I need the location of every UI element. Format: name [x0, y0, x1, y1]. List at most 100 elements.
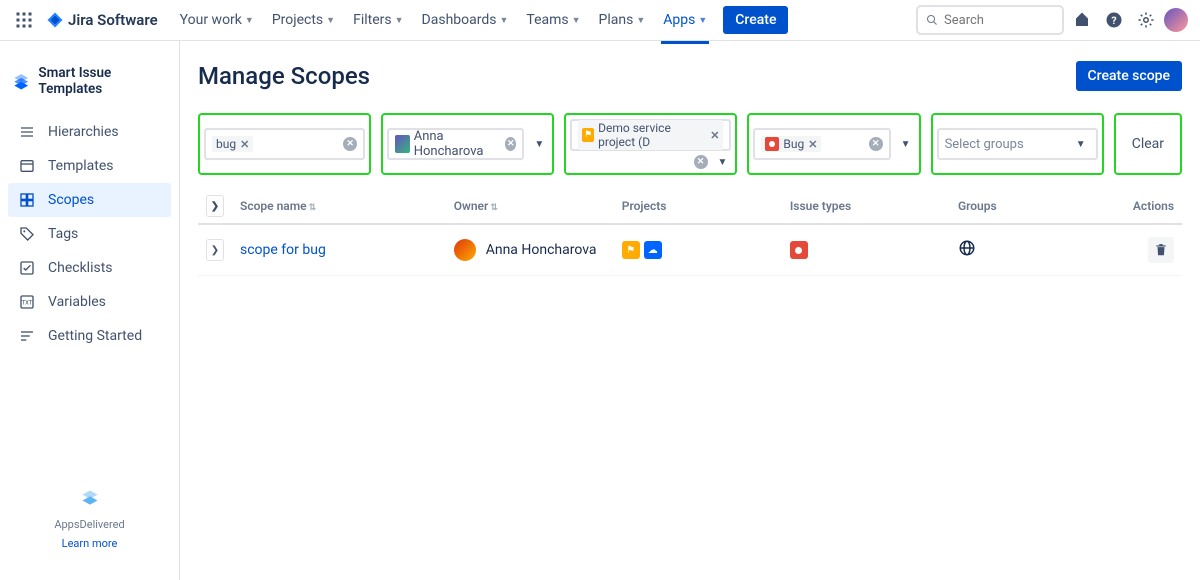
column-name-header[interactable]: Scope name⇅ [232, 199, 446, 213]
sidebar-item-label: Variables [48, 294, 106, 310]
sort-icon: ⇅ [490, 203, 498, 213]
clear-field-icon[interactable]: ✕ [869, 137, 883, 151]
svg-text:?: ? [1111, 14, 1116, 27]
sidebar-item-scopes[interactable]: Scopes [8, 183, 171, 217]
issuetype-filter-field[interactable]: Bug ✕ ✕ [753, 128, 890, 160]
checklists-icon [18, 259, 36, 277]
chevron-down-icon[interactable]: ▼ [714, 157, 732, 168]
page-title: Manage Scopes [198, 62, 370, 90]
tags-icon [18, 225, 36, 243]
scopes-icon [18, 191, 36, 209]
nav-teams[interactable]: Teams▼ [518, 6, 588, 34]
sidebar-item-label: Checklists [48, 260, 113, 276]
chevron-down-icon: ▼ [499, 15, 508, 26]
row-actions-cell [1118, 237, 1182, 263]
search-filter-field[interactable]: bug ✕ ✕ [204, 128, 365, 160]
filter-row: bug ✕ ✕ Anna Honcharova ✕ ▼ [198, 113, 1182, 175]
column-owner-header[interactable]: Owner⇅ [446, 199, 614, 213]
owner-name: Anna Honcharova [414, 129, 497, 159]
column-types-header: Issue types [782, 199, 950, 213]
row-projects-cell: ⚑ ☁ [614, 241, 782, 259]
sort-icon: ⇅ [309, 203, 317, 213]
nav-filters[interactable]: Filters▼ [345, 6, 411, 34]
owner-avatar-icon [454, 239, 476, 261]
create-scope-button[interactable]: Create scope [1076, 61, 1182, 91]
globe-icon [958, 239, 976, 257]
search-chip: bug ✕ [212, 136, 253, 152]
sidebar-footer: AppsDelivered Learn more [0, 488, 179, 564]
nav-your-work[interactable]: Your work▼ [172, 6, 262, 34]
notifications-icon[interactable] [1068, 6, 1096, 34]
remove-chip-icon[interactable]: ✕ [808, 138, 817, 151]
bug-icon [765, 137, 779, 151]
sidebar-item-variables[interactable]: TXT Variables [8, 285, 171, 319]
chevron-down-icon: ▼ [572, 15, 581, 26]
delete-button[interactable] [1148, 237, 1174, 263]
scope-name-link[interactable]: scope for bug [240, 242, 326, 258]
expand-row-button[interactable]: ❯ [206, 239, 224, 261]
sidebar-brand-label: Smart Issue Templates [38, 65, 167, 97]
sidebar-item-tags[interactable]: Tags [8, 217, 171, 251]
clear-field-icon[interactable]: ✕ [505, 137, 516, 151]
sidebar-list: Hierarchies Templates Scopes Tags Checkl… [0, 115, 179, 353]
appsdelivered-icon [80, 488, 100, 508]
sidebar-item-checklists[interactable]: Checklists [8, 251, 171, 285]
user-avatar[interactable] [1164, 8, 1188, 32]
clear-filters-button[interactable]: Clear [1120, 136, 1176, 152]
chevron-down-icon: ▼ [326, 15, 335, 26]
nav-projects[interactable]: Projects▼ [264, 6, 343, 34]
expand-all-header: ❯ [198, 195, 232, 217]
clear-field-icon[interactable]: ✕ [343, 137, 357, 151]
app-switcher-icon[interactable] [12, 8, 36, 32]
column-actions-header: Actions [1118, 199, 1182, 213]
page-header: Manage Scopes Create scope [198, 61, 1182, 91]
project-badge-icon: ☁ [644, 241, 662, 259]
top-navigation: Jira Software Your work▼ Projects▼ Filte… [0, 0, 1200, 41]
sidebar-item-hierarchies[interactable]: Hierarchies [8, 115, 171, 149]
project-filter-field[interactable]: ⚑ Demo service project (D ✕ [570, 119, 731, 151]
row-types-cell [782, 241, 950, 259]
sidebar-item-label: Scopes [48, 192, 94, 208]
owner-filter-field[interactable]: Anna Honcharova ✕ [387, 128, 524, 160]
footer-brand-label: AppsDelivered [0, 518, 179, 531]
sidebar-item-label: Getting Started [48, 328, 142, 344]
nav-plans[interactable]: Plans▼ [591, 6, 654, 34]
nav-apps[interactable]: Apps▼ [655, 6, 715, 34]
nav-dashboards[interactable]: Dashboards▼ [414, 6, 517, 34]
expand-toggle-button[interactable]: ❯ [206, 195, 224, 217]
chevron-down-icon[interactable]: ▼ [897, 139, 915, 150]
jira-logo[interactable]: Jira Software [40, 11, 164, 29]
sidebar-item-label: Hierarchies [48, 124, 119, 140]
project-chip: ⚑ Demo service project (D ✕ [578, 120, 723, 150]
variables-icon: TXT [18, 293, 36, 311]
jira-diamond-icon [46, 11, 64, 29]
chevron-down-icon: ▼ [395, 15, 404, 26]
chevron-down-icon: ▼ [245, 15, 254, 26]
layers-icon [12, 71, 30, 91]
search-input[interactable] [944, 13, 1054, 28]
sidebar-brand[interactable]: Smart Issue Templates [0, 57, 179, 115]
sidebar: Smart Issue Templates Hierarchies Templa… [0, 41, 180, 580]
sidebar-item-templates[interactable]: Templates [8, 149, 171, 183]
getting-started-icon [18, 327, 36, 345]
search-icon [926, 13, 938, 27]
groups-filter-field[interactable]: Select groups ▼ [937, 128, 1098, 160]
chevron-down-icon[interactable]: ▼ [530, 139, 548, 150]
clear-filters-box: Clear [1114, 113, 1182, 175]
global-search[interactable] [916, 5, 1064, 35]
remove-chip-icon[interactable]: ✕ [710, 129, 719, 142]
chevron-down-icon: ▼ [698, 15, 707, 26]
create-button[interactable]: Create [723, 6, 788, 34]
project-icon: ⚑ [582, 128, 594, 142]
settings-icon[interactable] [1132, 6, 1160, 34]
hierarchies-icon [18, 123, 36, 141]
remove-chip-icon[interactable]: ✕ [240, 138, 249, 151]
help-icon[interactable]: ? [1100, 6, 1128, 34]
row-groups-cell [950, 239, 1118, 261]
learn-more-link[interactable]: Learn more [0, 537, 179, 550]
sidebar-item-getting-started[interactable]: Getting Started [8, 319, 171, 353]
chevron-down-icon: ▼ [636, 15, 645, 26]
clear-field-icon[interactable]: ✕ [694, 155, 708, 169]
issuetype-chip: Bug ✕ [761, 136, 821, 152]
chevron-down-icon[interactable]: ▼ [1072, 139, 1090, 150]
